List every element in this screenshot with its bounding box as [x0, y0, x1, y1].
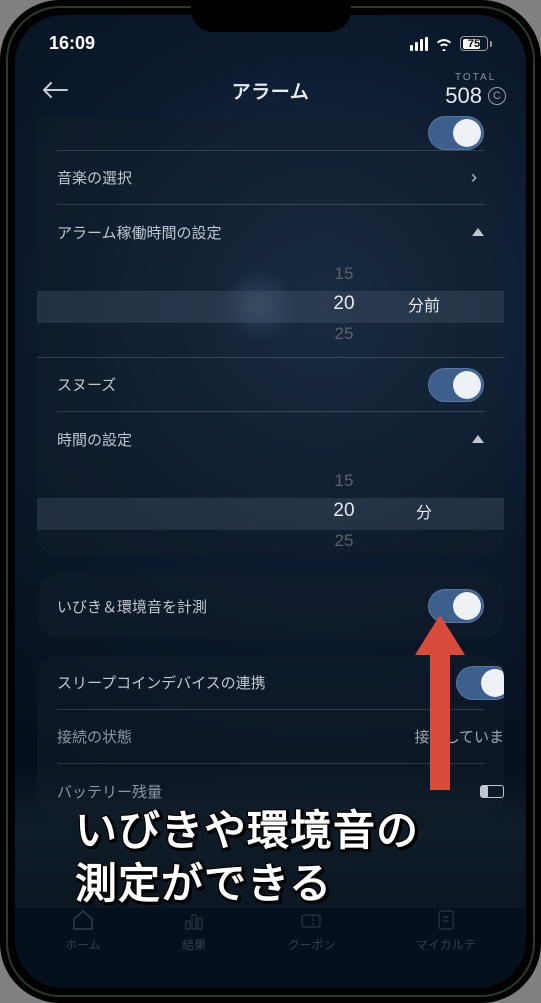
- content: 音楽の選択 › アラーム稼働時間の設定 15 20 25 分前: [15, 116, 526, 818]
- snoring-label: いびき＆環境音を計測: [57, 596, 207, 617]
- picker-unit: 分: [394, 466, 454, 556]
- chart-icon: [181, 908, 207, 932]
- chevron-right-icon: ›: [464, 167, 484, 188]
- snoring-card: いびき＆環境音を計測: [37, 574, 504, 638]
- duration-label: アラーム稼働時間の設定: [57, 222, 222, 243]
- music-select-label: 音楽の選択: [57, 167, 132, 188]
- battery-label: バッテリー残量: [57, 781, 162, 802]
- status-right: 75: [410, 36, 492, 51]
- home-icon: [70, 908, 96, 932]
- signal-icon: [410, 37, 428, 51]
- wifi-icon: [434, 36, 454, 51]
- battery-level-icon: [480, 785, 504, 798]
- screen: 16:09 75 アラーム TOTAL 508 C: [15, 15, 526, 988]
- header: アラーム TOTAL 508 C: [15, 60, 526, 124]
- time-setting-row[interactable]: 時間の設定: [57, 412, 484, 466]
- tab-home[interactable]: ホーム: [65, 908, 101, 953]
- tab-results[interactable]: 結果: [181, 908, 207, 953]
- coin-total[interactable]: TOTAL 508 C: [445, 72, 506, 109]
- connection-label: 接続の状態: [57, 726, 132, 747]
- battery-icon: 75: [460, 36, 492, 51]
- snooze-time-picker[interactable]: 15 20 25 分: [37, 466, 504, 556]
- phone-frame: 16:09 75 アラーム TOTAL 508 C: [0, 0, 541, 1003]
- notch: [191, 0, 351, 32]
- total-value: 508: [445, 83, 482, 109]
- time-setting-label: 時間の設定: [57, 429, 132, 450]
- picker-unit: 分前: [394, 259, 454, 349]
- document-icon: [433, 908, 459, 932]
- snoring-measure-row: いびき＆環境音を計測: [57, 574, 484, 638]
- snooze-label: スヌーズ: [57, 374, 116, 395]
- tab-coupon[interactable]: クーポン: [287, 908, 335, 953]
- tab-label: ホーム: [65, 936, 101, 953]
- snoring-toggle[interactable]: [428, 589, 484, 623]
- connection-state-row: 接続の状態 接続していま: [57, 710, 484, 764]
- status-time: 16:09: [49, 33, 95, 54]
- caret-up-icon: [472, 228, 484, 236]
- back-button[interactable]: [35, 70, 75, 110]
- caret-up-icon: [472, 435, 484, 443]
- alarm-settings-card: 音楽の選択 › アラーム稼働時間の設定 15 20 25 分前: [37, 116, 504, 556]
- total-label: TOTAL: [455, 72, 496, 83]
- duration-setting-row[interactable]: アラーム稼働時間の設定: [57, 205, 484, 259]
- tab-label: マイカルテ: [416, 936, 476, 953]
- device-card: スリープコインデバイスの連携 接続の状態 接続していま バッテリー残量: [37, 656, 504, 818]
- annotation-text: いびきや環境音の 測定ができる: [75, 805, 419, 910]
- tab-bar: ホーム 結果 クーポン マイカルテ: [15, 898, 526, 988]
- device-link-row: スリープコインデバイスの連携: [57, 656, 484, 710]
- music-select-row[interactable]: 音楽の選択 ›: [57, 151, 484, 205]
- snooze-toggle[interactable]: [428, 368, 484, 402]
- device-toggle[interactable]: [456, 666, 504, 700]
- duration-picker[interactable]: 15 20 25 分前: [37, 259, 504, 349]
- ticket-icon: [298, 908, 324, 932]
- snooze-row: スヌーズ: [57, 358, 484, 412]
- tab-label: 結果: [182, 936, 206, 953]
- page-title: アラーム: [232, 77, 309, 104]
- tab-karte[interactable]: マイカルテ: [416, 908, 476, 953]
- connection-value: 接続していま: [414, 726, 504, 747]
- tab-label: クーポン: [287, 936, 335, 953]
- device-label: スリープコインデバイスの連携: [57, 672, 266, 693]
- picker-values: 15 20 25: [314, 259, 374, 349]
- picker-values: 15 20 25: [314, 466, 374, 556]
- coin-icon: C: [488, 87, 506, 105]
